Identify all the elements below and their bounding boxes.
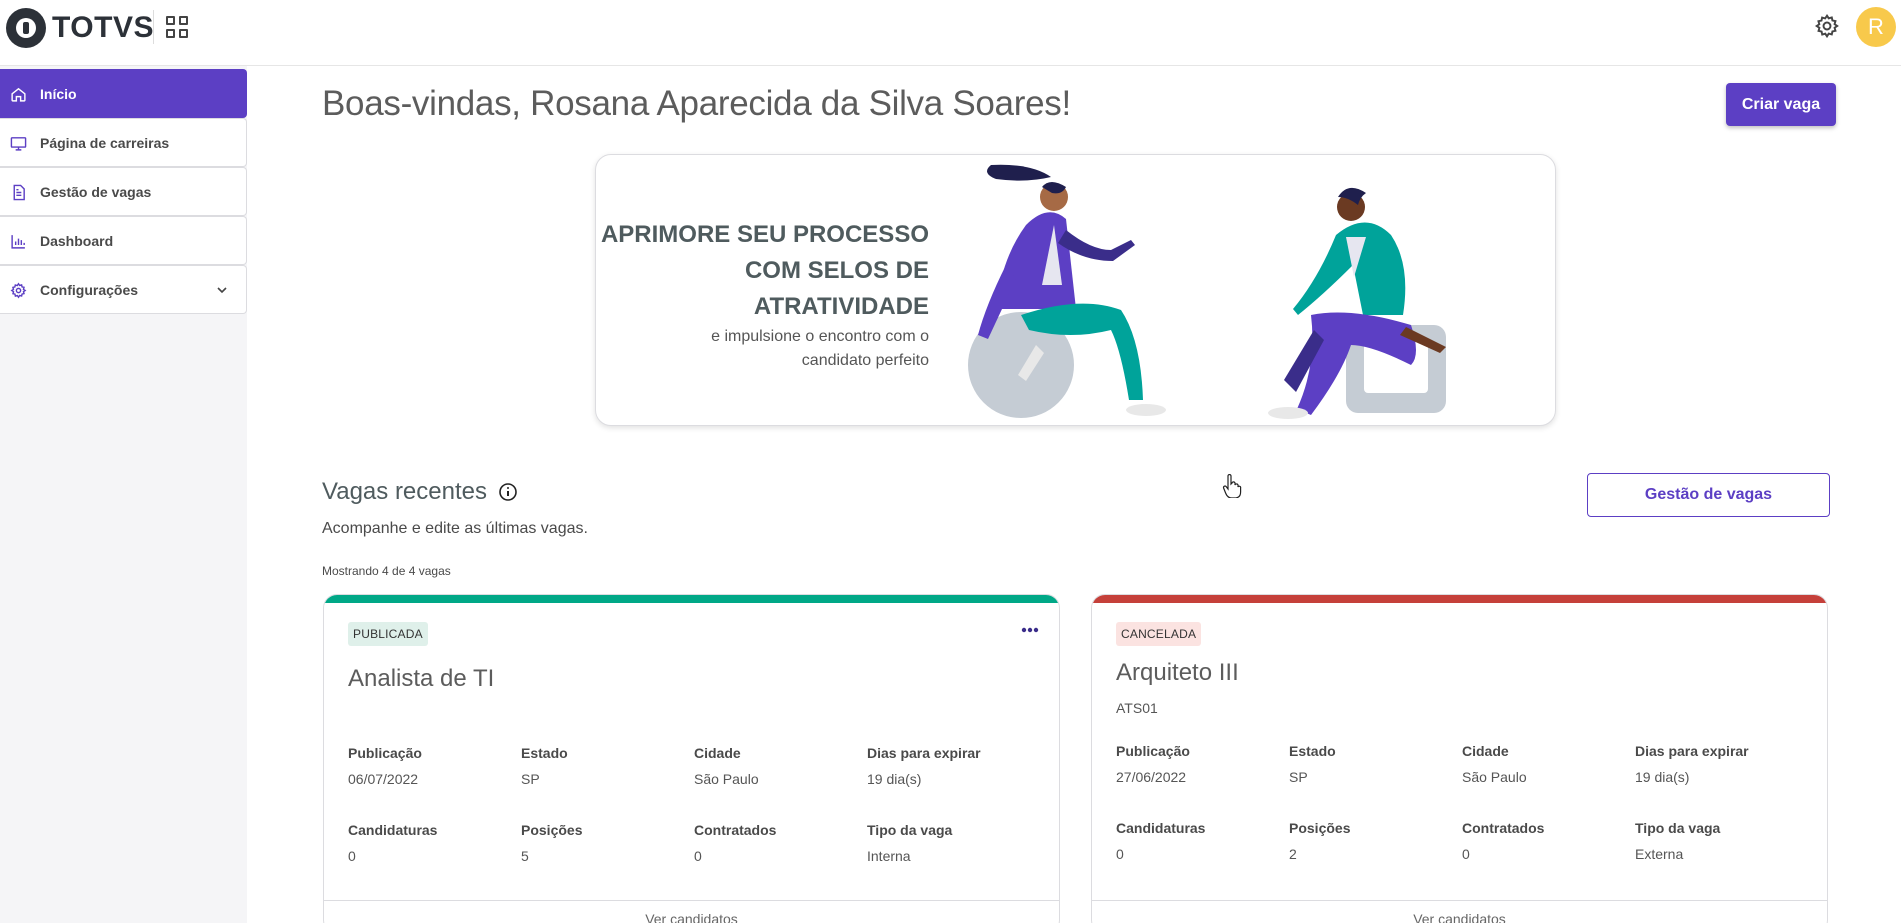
field-value: 0: [1462, 846, 1470, 862]
status-badge: PUBLICADA: [348, 622, 428, 646]
field-label: Estado: [521, 745, 568, 761]
manage-jobs-button[interactable]: Gestão de vagas: [1587, 473, 1830, 517]
field-label: Contratados: [694, 822, 777, 838]
view-candidates-link[interactable]: Ver candidatos: [324, 900, 1059, 923]
job-card[interactable]: PUBLICADA Analista de TI Publicação Esta…: [323, 594, 1060, 923]
field-label: Cidade: [1462, 743, 1509, 759]
field-label: Posições: [1289, 820, 1351, 836]
field-value: 0: [348, 848, 356, 864]
field-label: Estado: [1289, 743, 1336, 759]
field-label: Candidaturas: [348, 822, 438, 838]
section-subtitle: Acompanhe e edite as últimas vagas.: [322, 520, 588, 537]
field-value: 19 dia(s): [867, 771, 922, 787]
field-value: 06/07/2022: [348, 771, 419, 787]
field-label: Posições: [521, 822, 583, 838]
job-code: ATS01: [1116, 700, 1158, 716]
hand-cursor-icon: [1222, 474, 1242, 498]
sidebar-item-pagina-de-carreiras[interactable]: Página de carreiras: [0, 118, 247, 167]
sidebar-item-label: Gestão de vagas: [40, 183, 152, 200]
results-count: Mostrando 4 de 4 vagas: [322, 564, 451, 578]
banner-title: APRIMORE SEU PROCESSO COM SELOS DE ATRAT…: [596, 217, 929, 325]
status-badge: CANCELADA: [1116, 622, 1202, 646]
field-label: Candidaturas: [1116, 820, 1206, 836]
field-value: SP: [1289, 769, 1308, 785]
promo-banner[interactable]: APRIMORE SEU PROCESSO COM SELOS DE ATRAT…: [595, 154, 1556, 426]
section-title: Vagas recentes: [322, 478, 487, 505]
banner-subtitle: e impulsione o encontro com o candidato …: [669, 325, 929, 373]
job-title[interactable]: Analista de TI: [348, 665, 494, 693]
sidebar-item-gestao-de-vagas[interactable]: Gestão de vagas: [0, 167, 247, 216]
field-value: Interna: [867, 848, 911, 864]
banner-subtitle-line: candidato perfeito: [801, 352, 929, 369]
field-value: 19 dia(s): [1635, 769, 1690, 785]
view-candidates-link[interactable]: Ver candidatos: [1092, 900, 1827, 923]
sidebar-item-configuracoes[interactable]: Configurações: [0, 265, 247, 314]
field-value: 27/06/2022: [1116, 769, 1187, 785]
field-label: Publicação: [348, 745, 422, 761]
field-label: Tipo da vaga: [867, 822, 953, 838]
header-divider: [153, 10, 154, 44]
logo-icon: [6, 8, 46, 48]
page-title: Boas-vindas, Rosana Aparecida da Silva S…: [322, 84, 1071, 123]
status-bar: [324, 595, 1059, 603]
field-value: 2: [1289, 846, 1297, 862]
field-value: São Paulo: [1462, 769, 1527, 785]
field-label: Contratados: [1462, 820, 1545, 836]
create-job-button[interactable]: Criar vaga: [1726, 83, 1836, 126]
document-icon: [13, 184, 25, 201]
job-title[interactable]: Arquiteto III: [1116, 659, 1239, 687]
people-illustration: [968, 164, 1446, 419]
totvs-logo[interactable]: TOTVS: [6, 8, 154, 48]
field-value: Externa: [1635, 846, 1684, 862]
info-icon[interactable]: [498, 482, 518, 502]
logo-text: TOTVS: [52, 11, 154, 44]
chevron-down-icon: [217, 287, 227, 294]
home-icon: [11, 87, 26, 102]
apps-grid-icon[interactable]: [166, 16, 188, 38]
field-value: SP: [521, 771, 540, 787]
sidebar-item-label: Página de carreiras: [40, 134, 170, 151]
job-card[interactable]: CANCELADA Arquiteto III ATS01 Publicação…: [1091, 594, 1828, 923]
field-label: Dias para expirar: [867, 745, 981, 761]
field-label: Dias para expirar: [1635, 743, 1749, 759]
sidebar-item-inicio[interactable]: Início: [0, 69, 247, 118]
banner-title-line: APRIMORE SEU PROCESSO: [600, 221, 929, 248]
monitor-icon: [10, 137, 27, 151]
sidebar: Início Página de carreiras Gestão de vag…: [0, 66, 247, 923]
gear-icon: [10, 282, 27, 299]
banner-title-line: COM SELOS DE: [744, 257, 929, 284]
field-label: Tipo da vaga: [1635, 820, 1721, 836]
sidebar-item-label: Dashboard: [40, 232, 114, 249]
sidebar-item-label: Início: [40, 85, 77, 102]
field-value: 5: [521, 848, 529, 864]
field-label: Publicação: [1116, 743, 1190, 759]
settings-gear-icon[interactable]: [1814, 13, 1840, 39]
field-value: 0: [694, 848, 702, 864]
bar-chart-icon: [11, 235, 25, 249]
more-options-icon[interactable]: [1021, 627, 1039, 633]
sidebar-item-label: Configurações: [40, 281, 139, 298]
field-value: São Paulo: [694, 771, 759, 787]
top-header: TOTVS R: [0, 0, 1901, 66]
status-bar: [1092, 595, 1827, 603]
field-label: Cidade: [694, 745, 741, 761]
banner-title-line: ATRATIVIDADE: [753, 293, 929, 320]
field-value: 0: [1116, 846, 1124, 862]
sidebar-item-dashboard[interactable]: Dashboard: [0, 216, 247, 265]
banner-subtitle-line: e impulsione o encontro com o: [711, 328, 929, 345]
user-avatar[interactable]: R: [1856, 7, 1896, 47]
